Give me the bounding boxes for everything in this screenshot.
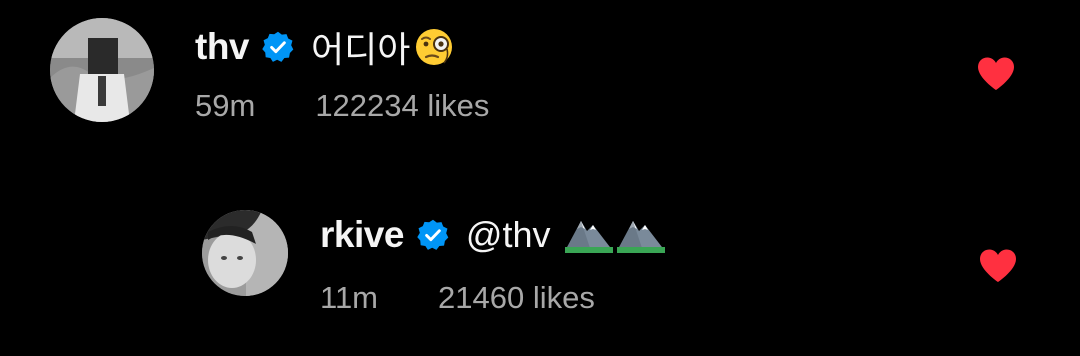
avatar-photo	[50, 18, 154, 122]
comment-header: thv 어디아	[195, 22, 454, 72]
verified-badge-icon	[416, 218, 450, 252]
heart-icon[interactable]	[978, 248, 1018, 284]
username[interactable]: thv	[195, 26, 250, 68]
comment-text: 어디아	[311, 29, 411, 70]
timestamp: 11m	[320, 280, 379, 315]
comment-header: rkive @thv	[320, 210, 667, 260]
timestamp: 59m	[195, 88, 256, 123]
heart-icon[interactable]	[976, 56, 1016, 92]
avatar[interactable]	[50, 18, 154, 122]
mountain-icon	[616, 215, 667, 255]
comment-meta: 59m 122234 likes	[195, 88, 489, 124]
likes-count[interactable]: 122234 likes	[315, 88, 489, 124]
avatar-photo	[202, 210, 288, 296]
likes-count[interactable]: 21460 likes	[438, 280, 595, 316]
comment-text[interactable]: @thv	[466, 214, 551, 256]
reply-comment: rkive @thv 11m 21460 likes	[202, 210, 1080, 320]
avatar[interactable]	[202, 210, 288, 296]
username[interactable]: rkive	[320, 214, 404, 256]
verified-badge-icon	[261, 30, 295, 64]
mountain-icon	[564, 215, 615, 255]
face-with-monocle-icon	[414, 27, 454, 67]
comment: thv 어디아 59m 122234 likes	[50, 18, 1080, 138]
comment-meta: 11m 21460 likes	[320, 280, 595, 316]
